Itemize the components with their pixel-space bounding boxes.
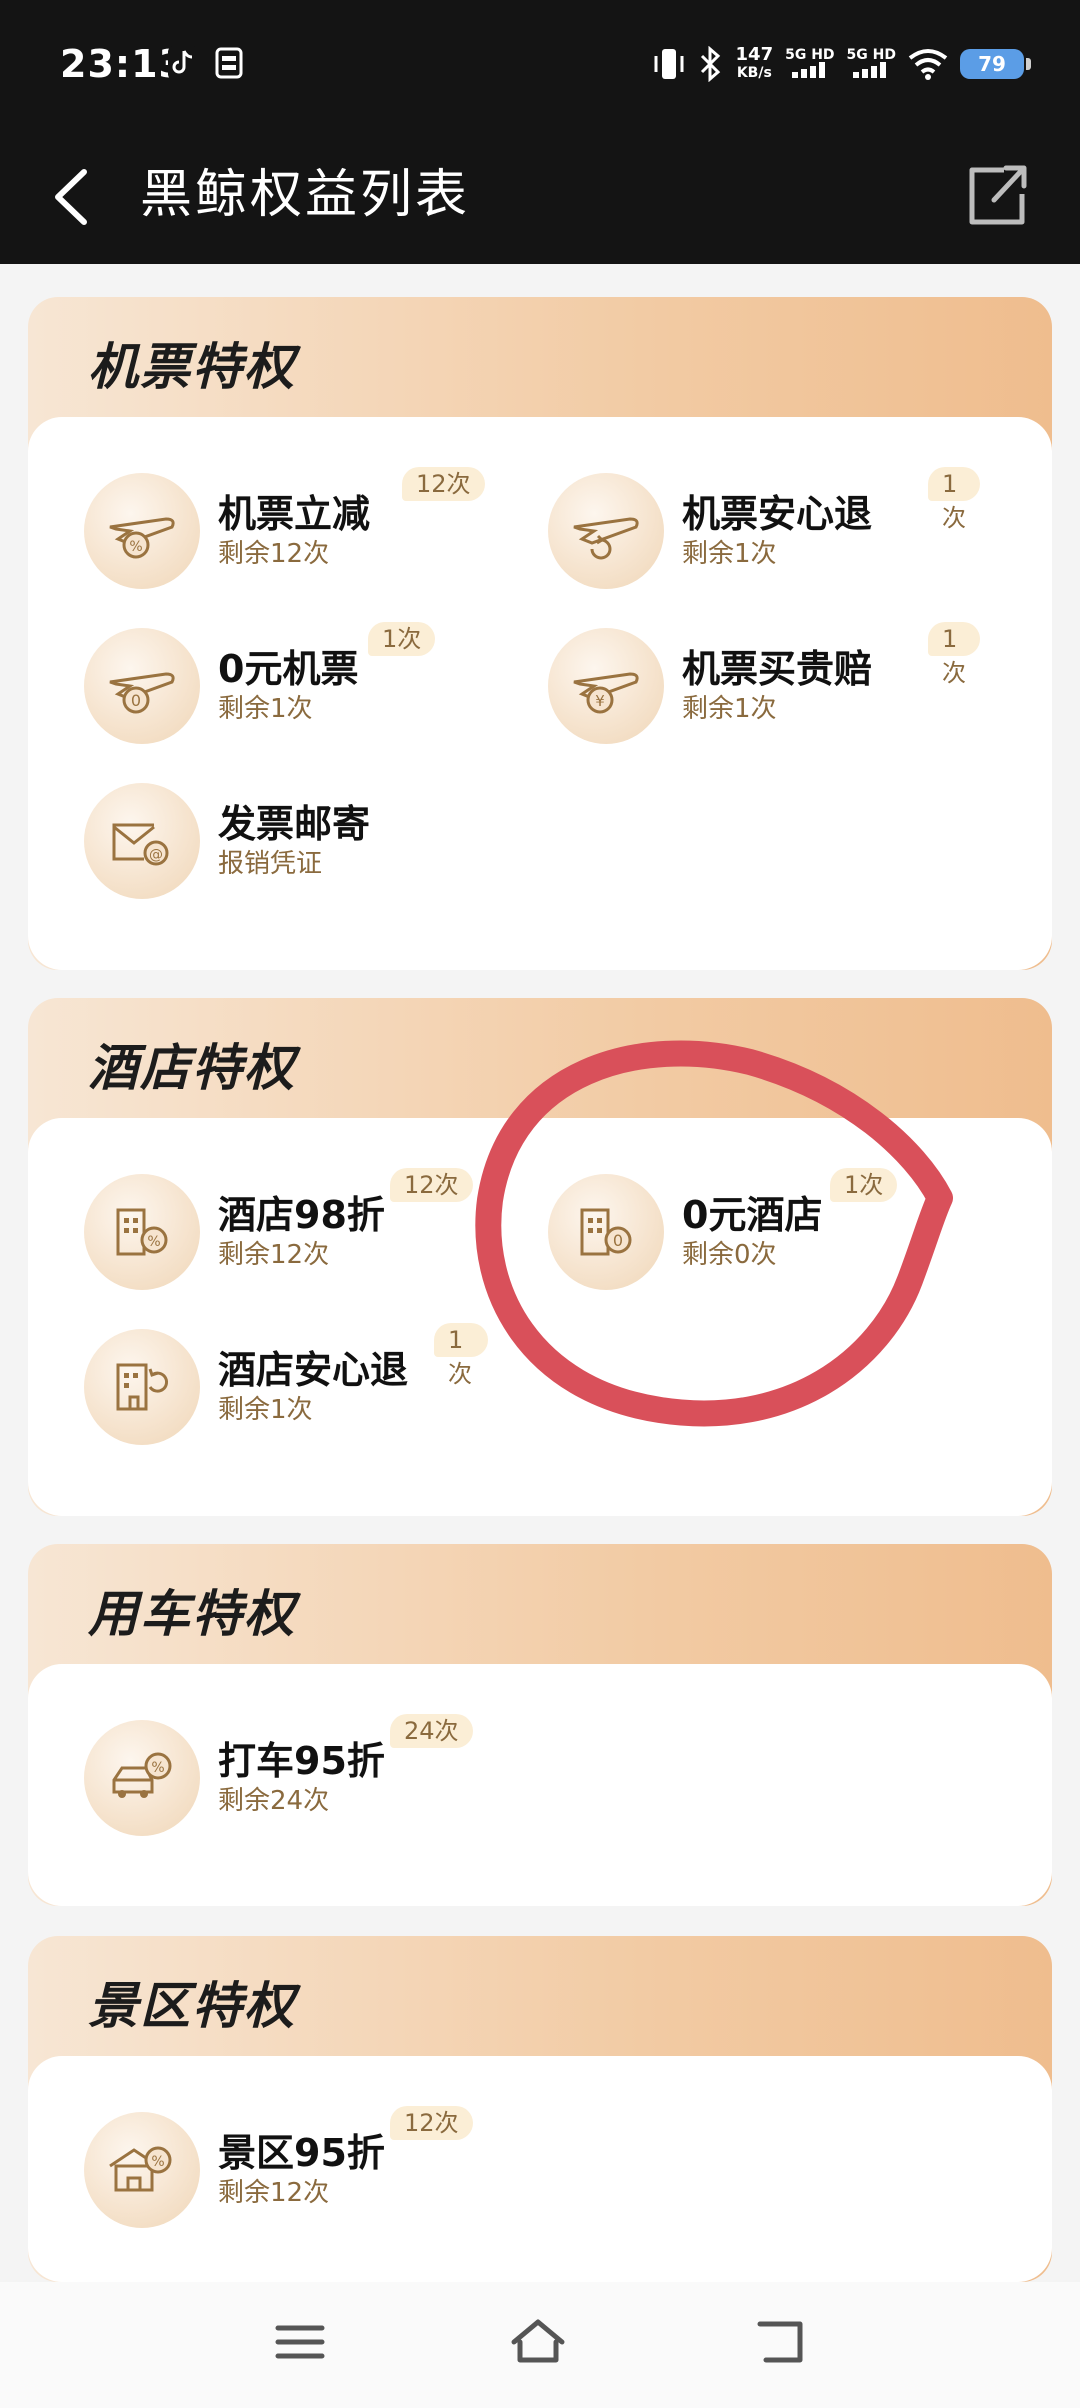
vibrate-icon	[654, 49, 684, 79]
tiktok-icon	[168, 46, 198, 80]
svg-text:%: %	[151, 2154, 164, 2170]
count-badge: 12次	[390, 2106, 473, 2140]
system-nav-bar	[0, 2282, 1080, 2408]
item-remaining: 剩余12次	[218, 2178, 330, 2208]
svg-text:%: %	[147, 1234, 160, 1250]
count-badge: 1次	[928, 467, 980, 532]
privilege-item[interactable]: ¥ 机票买贵赔 剩余1次 1次	[492, 622, 980, 752]
back-arrow-icon[interactable]	[44, 152, 104, 242]
plane-refund-icon	[548, 473, 664, 589]
hotel-discount-icon: %	[84, 1174, 200, 1290]
count-badge: 1次	[368, 622, 436, 656]
item-remaining: 剩余1次	[682, 539, 777, 569]
privilege-item[interactable]: % 机票立减 剩余12次 12次	[28, 467, 488, 597]
section-body: % 酒店98折 剩余12次 12次 0 0元酒店 剩余0次 1次 酒店安心退 剩…	[28, 1118, 1052, 1516]
bluetooth-icon	[700, 46, 720, 82]
privilege-item[interactable]: % 酒店98折 剩余12次 12次	[28, 1168, 488, 1298]
section-flight-privileges: 机票特权 % 机票立减 剩余12次 12次 机票安心退 剩余1次 1次 0 0元…	[28, 297, 1052, 970]
item-name: 0元酒店	[682, 1193, 823, 1237]
signal-1: 5G HD	[785, 46, 835, 81]
section-title: 酒店特权	[88, 1039, 296, 1097]
sim-card-icon	[215, 47, 243, 79]
section-title: 机票特权	[88, 338, 296, 396]
svg-text:¥: ¥	[595, 692, 605, 710]
item-name: 机票立减	[218, 492, 371, 536]
signal-bars-icon	[853, 61, 887, 78]
item-remaining: 剩余0次	[682, 1240, 777, 1270]
privilege-item[interactable]: @ 发票邮寄 报销凭证	[28, 777, 488, 907]
item-remaining: 剩余1次	[682, 694, 777, 724]
privilege-item[interactable]: 0 0元酒店 剩余0次 1次	[492, 1168, 952, 1298]
item-name: 机票安心退	[682, 492, 873, 536]
signal-1-label: 5G HD	[785, 46, 835, 63]
net-speed: 147 KB/s	[736, 46, 774, 82]
hotel-free-icon: 0	[548, 1174, 664, 1290]
svg-text:0: 0	[131, 691, 141, 710]
status-bar: 23:13 147 KB/s 5G HD 5G HD 79	[0, 0, 1080, 130]
section-title: 用车特权	[88, 1585, 296, 1643]
section-body: % 打车95折 剩余24次 24次	[28, 1664, 1052, 1906]
signal-2: 5G HD	[847, 48, 896, 81]
svg-text:%: %	[129, 539, 142, 555]
privilege-item[interactable]: % 打车95折 剩余24次 24次	[28, 1714, 488, 1844]
item-remaining: 剩余12次	[218, 1240, 330, 1270]
count-badge: 1次	[928, 622, 980, 687]
item-name: 0元机票	[218, 647, 359, 691]
svg-text:%: %	[151, 1760, 164, 1776]
app-header: 黑鲸权益列表	[0, 140, 1080, 264]
privilege-item[interactable]: 酒店安心退 剩余1次 1次	[28, 1323, 488, 1453]
item-remaining: 剩余12次	[218, 539, 330, 569]
hotel-refund-icon	[84, 1329, 200, 1445]
item-name: 酒店安心退	[218, 1348, 409, 1392]
item-remaining: 剩余1次	[218, 1395, 313, 1425]
share-icon[interactable]	[964, 160, 1030, 230]
count-badge: 1次	[434, 1323, 488, 1388]
taxi-discount-icon: %	[84, 1720, 200, 1836]
item-remaining: 剩余24次	[218, 1786, 330, 1816]
item-remaining: 报销凭证	[218, 849, 323, 879]
home-icon[interactable]	[508, 2312, 568, 2372]
section-body: % 机票立减 剩余12次 12次 机票安心退 剩余1次 1次 0 0元机票 剩余…	[28, 417, 1052, 970]
count-badge: 1次	[830, 1168, 898, 1202]
signal-2-label: 5G HD	[846, 46, 896, 63]
section-body: % 景区95折 剩余12次 12次	[28, 2056, 1052, 2282]
privilege-item[interactable]: 机票安心退 剩余1次 1次	[492, 467, 980, 597]
svg-text:@: @	[149, 847, 163, 863]
net-speed-unit: KB/s	[736, 65, 772, 81]
count-badge: 12次	[390, 1168, 473, 1202]
plane-discount-icon: %	[84, 473, 200, 589]
plane-yen-icon: ¥	[548, 628, 664, 744]
svg-text:0: 0	[613, 1231, 623, 1250]
section-hotel-privileges: 酒店特权 % 酒店98折 剩余12次 12次 0 0元酒店 剩余0次 1次 酒店…	[28, 998, 1052, 1516]
wifi-icon	[908, 49, 948, 80]
item-name: 发票邮寄	[218, 802, 371, 846]
net-speed-value: 147	[735, 44, 774, 65]
menu-icon[interactable]	[270, 2312, 330, 2372]
top-bar: 23:13 147 KB/s 5G HD 5G HD 79 黑鲸权益列表	[0, 0, 1080, 264]
back-nav-icon[interactable]	[752, 2312, 812, 2372]
page-title: 黑鲸权益列表	[140, 165, 471, 225]
section-car-privileges: 用车特权 % 打车95折 剩余24次 24次	[28, 1544, 1052, 1906]
privilege-item[interactable]: 0 0元机票 剩余1次 1次	[28, 622, 488, 752]
signal-bars-icon	[791, 61, 825, 78]
status-right: 147 KB/s 5G HD 5G HD 79	[652, 40, 1031, 88]
count-badge: 12次	[402, 467, 485, 501]
count-badge: 24次	[390, 1714, 473, 1748]
plane-free-icon: 0	[84, 628, 200, 744]
item-remaining: 剩余1次	[218, 694, 313, 724]
item-name: 机票买贵赔	[682, 647, 873, 691]
item-name: 景区95折	[218, 2131, 385, 2175]
item-name: 打车95折	[218, 1739, 385, 1783]
scenic-discount-icon: %	[84, 2112, 200, 2228]
item-name: 酒店98折	[218, 1193, 385, 1237]
section-title: 景区特权	[88, 1977, 296, 2035]
invoice-mail-icon: @	[84, 783, 200, 899]
battery-indicator: 79	[960, 49, 1031, 79]
section-scenic-privileges: 景区特权 % 景区95折 剩余12次 12次	[28, 1936, 1052, 2282]
privilege-item[interactable]: % 景区95折 剩余12次 12次	[28, 2106, 488, 2236]
